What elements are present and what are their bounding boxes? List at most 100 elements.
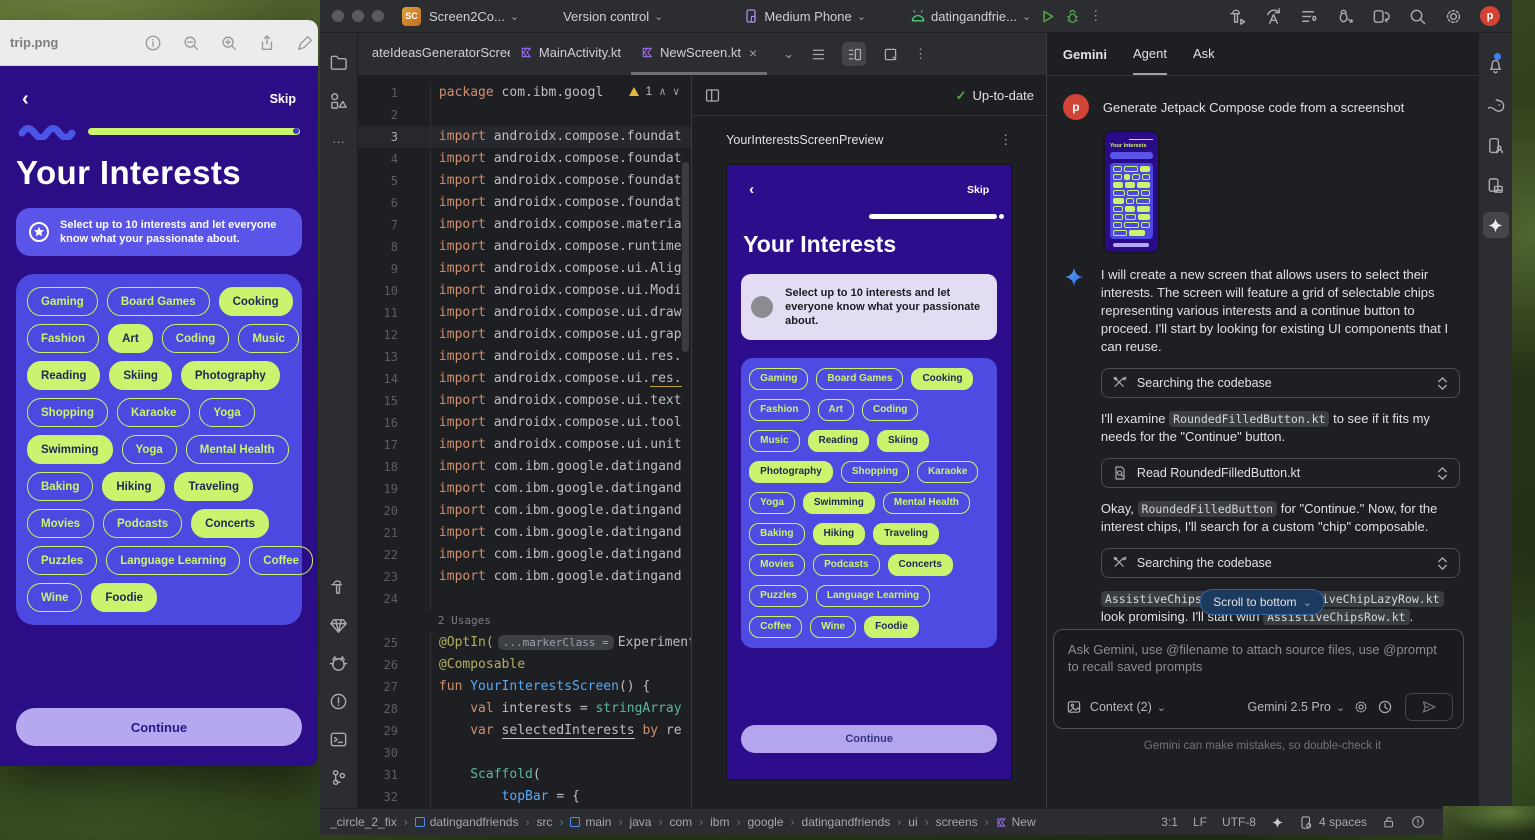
tool-call-read[interactable]: Read RoundedFilledButton.kt [1101, 458, 1460, 488]
code-view-icon[interactable] [806, 42, 830, 66]
interest-chip[interactable]: Gaming [27, 287, 98, 316]
close-window-icon[interactable] [332, 10, 344, 22]
minimize-window-icon[interactable] [352, 10, 364, 22]
interest-chip[interactable]: Baking [749, 523, 804, 545]
interest-chip[interactable]: Yoga [122, 435, 177, 464]
git-branch-widget[interactable]: datingandfrie...⌄ [910, 9, 1031, 24]
interest-chip[interactable]: Fashion [749, 399, 809, 421]
interest-chip[interactable]: Art [108, 324, 153, 353]
preview-composable-name[interactable]: YourInterestsScreenPreview [726, 133, 883, 147]
zoom-window-icon[interactable] [372, 10, 384, 22]
project-folder-icon[interactable] [320, 43, 357, 81]
code-line[interactable]: 14import androidx.compose.ui.res. [358, 368, 692, 390]
interest-chip[interactable]: Shopping [841, 461, 909, 483]
app-quality-insights-icon[interactable] [320, 606, 357, 644]
share-icon[interactable] [258, 34, 276, 52]
markup-icon[interactable] [296, 34, 314, 52]
code-line[interactable]: 26@Composable [358, 654, 692, 676]
running-devices-icon[interactable] [1486, 165, 1505, 205]
code-line[interactable]: 30 [358, 742, 692, 764]
vcs-widget[interactable]: Version control⌄ [563, 9, 663, 24]
code-line[interactable]: 8import androidx.compose.runtime [358, 236, 692, 258]
interest-chip[interactable]: Movies [27, 509, 94, 538]
interest-chip[interactable]: Swimming [803, 492, 875, 514]
resource-manager-icon[interactable] [320, 81, 357, 119]
device-manager-icon[interactable] [1486, 125, 1505, 165]
interest-chip[interactable]: Photography [749, 461, 833, 483]
design-view-icon[interactable] [878, 42, 902, 66]
interest-chip[interactable]: Baking [27, 472, 93, 501]
unfold-icon[interactable] [1436, 376, 1449, 391]
code-line[interactable]: 3import androidx.compose.foundat [358, 126, 692, 148]
interest-chip[interactable]: Art [818, 399, 854, 421]
more-actions-icon[interactable]: ⋮ [1089, 8, 1102, 24]
search-everywhere-icon[interactable] [1408, 7, 1427, 26]
info-icon[interactable] [144, 34, 162, 52]
breadcrumb-item[interactable]: google [747, 815, 783, 829]
preview-options-icon[interactable]: ⋮ [999, 132, 1012, 148]
code-line[interactable]: 15import androidx.compose.ui.text [358, 390, 692, 412]
code-line[interactable]: 18import com.ibm.google.datingand [358, 456, 692, 478]
tab-list-chevron-icon[interactable]: ⌄ [783, 46, 794, 62]
breadcrumb-item[interactable]: src [536, 815, 552, 829]
interest-chip[interactable]: Traveling [174, 472, 253, 501]
attach-debugger-icon[interactable] [1336, 7, 1355, 26]
prev-problem-icon[interactable]: ∧ [659, 85, 666, 98]
user-avatar[interactable]: p [1480, 6, 1500, 26]
apply-changes-icon[interactable] [1264, 7, 1283, 26]
interest-chip[interactable]: Foodie [91, 583, 157, 612]
code-line[interactable]: 28 val interests = stringArray [358, 698, 692, 720]
version-control-icon[interactable] [320, 758, 357, 796]
interest-chip[interactable]: Podcasts [103, 509, 182, 538]
code-line[interactable]: 12import androidx.compose.ui.grap [358, 324, 692, 346]
interest-chip[interactable]: Music [749, 430, 799, 452]
interest-chip[interactable]: Mental Health [883, 492, 970, 514]
build-tool-icon[interactable] [320, 568, 357, 606]
interest-chip[interactable]: Gaming [749, 368, 808, 390]
interest-chip[interactable]: Board Games [816, 368, 903, 390]
next-problem-icon[interactable]: ∨ [673, 85, 680, 98]
code-line[interactable]: 25@OptIn(...markerClass =Experiment [358, 632, 692, 654]
code-line[interactable]: 27fun YourInterestsScreen() { [358, 676, 692, 698]
interest-chip[interactable]: Coding [162, 324, 230, 353]
editor-tab[interactable]: ateIdeasGeneratorScreen.kt [362, 33, 510, 75]
interest-chip[interactable]: Language Learning [816, 585, 930, 607]
breadcrumb-item[interactable]: _circle_2_fix [330, 815, 397, 829]
code-line[interactable]: 7import androidx.compose.materia [358, 214, 692, 236]
problems-icon[interactable] [320, 682, 357, 720]
logcat-icon[interactable] [320, 644, 357, 682]
gemini-tool-icon[interactable] [1483, 205, 1509, 245]
code-line[interactable]: 11import androidx.compose.ui.draw [358, 302, 692, 324]
interest-chip[interactable]: Mental Health [186, 435, 289, 464]
code-line[interactable]: 10import androidx.compose.ui.Modi [358, 280, 692, 302]
interest-chip[interactable]: Yoga [749, 492, 795, 514]
device-selector[interactable]: Medium Phone⌄ [743, 8, 866, 24]
interest-chip[interactable]: Language Learning [106, 546, 240, 575]
breadcrumb-item[interactable]: screens [936, 815, 978, 829]
interest-chip[interactable]: Karaoke [117, 398, 190, 427]
interest-chip[interactable]: Fashion [27, 324, 99, 353]
tool-call-tools[interactable]: Searching the codebase [1101, 548, 1460, 578]
preview-sync-status[interactable]: ✓ Up-to-date [956, 88, 1034, 104]
interest-chip[interactable]: Skiing [877, 430, 929, 452]
interest-chip[interactable]: Concerts [191, 509, 269, 538]
interest-chip[interactable]: Swimming [27, 435, 113, 464]
breadcrumb-item[interactable]: ibm [710, 815, 729, 829]
breadcrumb-item[interactable]: java [629, 815, 651, 829]
interest-chip[interactable]: Puzzles [27, 546, 97, 575]
code-line[interactable]: 19import com.ibm.google.datingand [358, 478, 692, 500]
interest-chip[interactable]: Wine [810, 616, 856, 638]
code-line[interactable]: 22import com.ibm.google.datingand [358, 544, 692, 566]
history-icon[interactable] [1377, 699, 1393, 715]
interest-chip[interactable]: Traveling [873, 523, 939, 545]
interest-chip[interactable]: Cooking [911, 368, 973, 390]
preview-titlebar[interactable]: trip.png [0, 20, 318, 66]
interest-chip[interactable]: Yoga [199, 398, 254, 427]
zoom-in-icon[interactable] [220, 34, 238, 52]
gemini-prompt-input[interactable]: Ask Gemini, use @filename to attach sour… [1053, 629, 1464, 729]
line-separator[interactable]: LF [1193, 815, 1207, 829]
code-line[interactable]: 23import com.ibm.google.datingand [358, 566, 692, 588]
indent-widget[interactable]: 4 spaces [1299, 815, 1367, 830]
interest-chip[interactable]: Music [238, 324, 299, 353]
notifications-icon[interactable] [1486, 45, 1505, 85]
